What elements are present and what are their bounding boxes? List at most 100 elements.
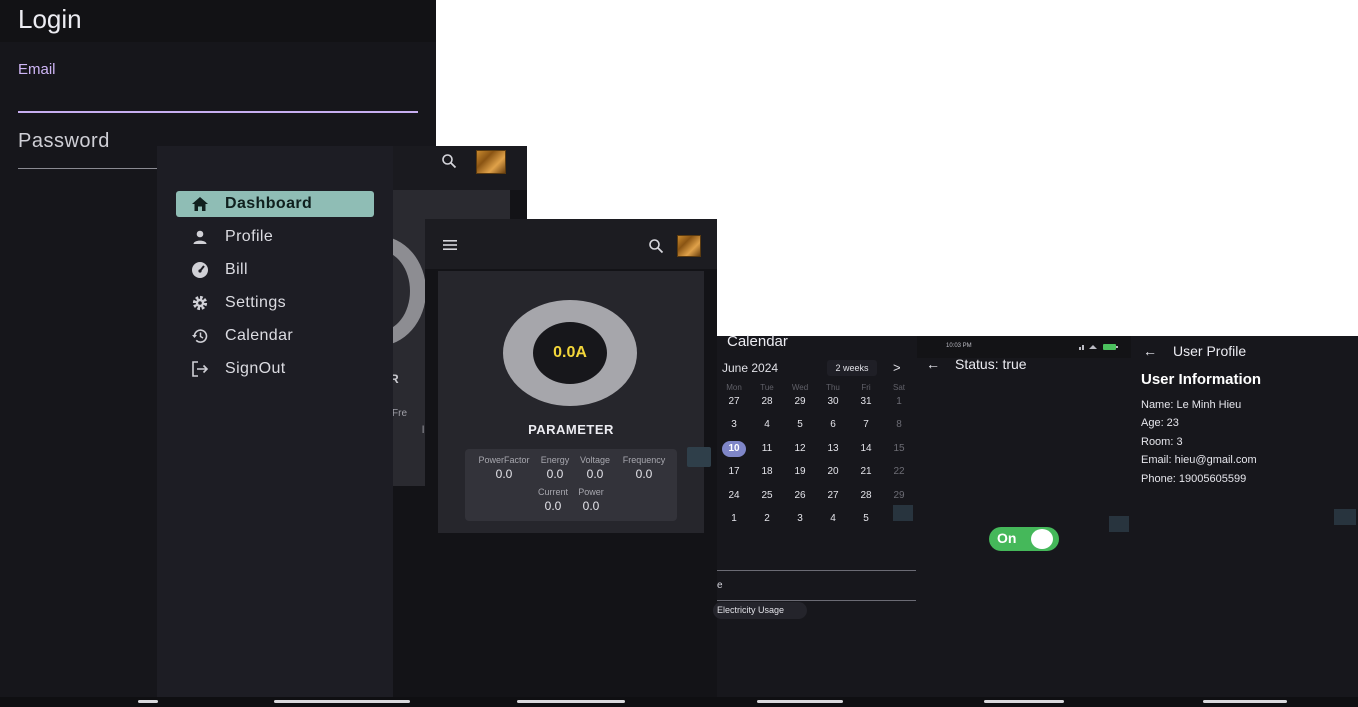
back-arrow-icon[interactable]: ←: [1143, 343, 1157, 359]
system-status-icons: [1079, 344, 1118, 350]
calendar-day[interactable]: 21: [851, 466, 881, 477]
dashboard-screen: 0.0A PARAMETER PowerFactor 0.0 Energy 0.0 …: [425, 219, 717, 697]
user-email: Email: hieu@gmail.com: [1141, 454, 1257, 466]
toggle-knob: [1031, 529, 1053, 549]
weekday-label: Fri: [861, 383, 871, 392]
navigation-drawer: Dashboard Profile Bill Settings Calendar…: [157, 146, 393, 697]
calendar-month: June 2024: [722, 361, 779, 375]
email-field[interactable]: [18, 80, 418, 112]
calendar-day[interactable]: 1: [884, 396, 914, 407]
weekday-label: Wed: [791, 383, 809, 392]
calendar-day[interactable]: 19: [785, 466, 815, 477]
calendar-day[interactable]: 29: [884, 490, 914, 501]
calendar-day[interactable]: 4: [752, 419, 782, 430]
avatar[interactable]: [677, 235, 701, 257]
back-arrow-icon[interactable]: ←: [926, 356, 940, 372]
param-key: Energy: [540, 455, 570, 465]
calendar-day[interactable]: 6: [818, 419, 848, 430]
drawer-item-label: SignOut: [225, 360, 286, 377]
calendar-day[interactable]: 7: [851, 419, 881, 430]
calendar-day[interactable]: 29: [785, 396, 815, 407]
param-value: 0.0: [635, 467, 653, 481]
drawer-item-bill[interactable]: Bill: [176, 257, 374, 283]
floating-action-button[interactable]: [1109, 516, 1129, 532]
calendar-day[interactable]: 25: [752, 490, 782, 501]
logout-icon: [189, 360, 211, 378]
avatar[interactable]: [476, 150, 506, 174]
login-title: Login: [18, 4, 82, 34]
param-frequency: Frequency 0.0: [617, 455, 671, 481]
menu-icon[interactable]: [443, 240, 457, 250]
calendar-day[interactable]: 13: [818, 443, 848, 454]
dashboard-app-bar: [425, 219, 717, 269]
param-key: PowerFactor: [478, 455, 530, 465]
calendar-day[interactable]: 3: [719, 419, 749, 430]
param-power: Power 0.0: [573, 487, 609, 513]
calendar-day[interactable]: 1: [719, 513, 749, 524]
calendar-day[interactable]: 26: [785, 490, 815, 501]
floating-action-button[interactable]: [893, 505, 913, 521]
home-indicator[interactable]: [757, 700, 843, 703]
field-divider: [717, 570, 916, 571]
calendar-day[interactable]: 2: [752, 513, 782, 524]
electricity-usage-chip[interactable]: Electricity Usage: [713, 602, 807, 619]
user-phone: Phone: 19005605599: [1141, 473, 1247, 485]
home-indicator[interactable]: [517, 700, 625, 703]
calendar-day[interactable]: 30: [818, 396, 848, 407]
home-indicator[interactable]: [138, 700, 158, 703]
calendar-day[interactable]: 15: [884, 443, 914, 454]
user-room: Room: 3: [1141, 436, 1183, 448]
calendar-day[interactable]: 17: [719, 466, 749, 477]
param-value: 0.0: [495, 467, 513, 481]
calendar-day[interactable]: 4: [818, 513, 848, 524]
next-month-button[interactable]: >: [893, 360, 901, 375]
weekday-label: Tue: [760, 383, 774, 392]
calendar-day[interactable]: 11: [752, 443, 782, 454]
home-indicator[interactable]: [274, 700, 410, 703]
drawer-item-dashboard[interactable]: Dashboard: [176, 191, 374, 217]
parameter-title: PARAMETER: [528, 422, 614, 437]
calendar-day[interactable]: 8: [884, 419, 914, 430]
calendar-day[interactable]: 14: [851, 443, 881, 454]
calendar-day[interactable]: 20: [818, 466, 848, 477]
weekday-label: Thu: [826, 383, 840, 392]
calendar-day[interactable]: 24: [719, 490, 749, 501]
text-field[interactable]: e: [717, 580, 723, 591]
toggle-label: On: [997, 530, 1017, 546]
home-icon: [189, 195, 211, 213]
user-profile-screen: ← User Profile User Information Name: Le…: [1131, 336, 1358, 697]
search-icon[interactable]: [648, 238, 664, 254]
email-field-label: Email: [18, 61, 56, 78]
calendar-day[interactable]: 22: [884, 466, 914, 477]
password-field-underline: [18, 168, 158, 169]
calendar-day[interactable]: 18: [752, 466, 782, 477]
partial-label: l: [422, 425, 425, 436]
param-key: Current: [537, 487, 568, 497]
drawer-item-calendar[interactable]: Calendar: [176, 323, 374, 349]
drawer-item-settings[interactable]: Settings: [176, 290, 374, 316]
email-field-underline: [18, 111, 418, 113]
calendar-day[interactable]: 5: [851, 513, 881, 524]
calendar-day[interactable]: 5: [785, 419, 815, 430]
floating-action-button[interactable]: [687, 447, 711, 467]
home-indicator[interactable]: [984, 700, 1064, 703]
format-toggle-button[interactable]: 2 weeks: [827, 360, 877, 376]
drawer-item-profile[interactable]: Profile: [176, 224, 374, 250]
home-indicator[interactable]: [1203, 700, 1287, 703]
calendar-day[interactable]: 12: [785, 443, 815, 454]
drawer-item-signout[interactable]: SignOut: [176, 356, 374, 382]
floating-action-button[interactable]: [1334, 509, 1356, 525]
calendar-day[interactable]: 28: [752, 396, 782, 407]
param-key: Voltage: [579, 455, 611, 465]
search-icon[interactable]: [441, 153, 457, 169]
calendar-day[interactable]: 3: [785, 513, 815, 524]
calendar-day[interactable]: 31: [851, 396, 881, 407]
calendar-day[interactable]: 28: [851, 490, 881, 501]
field-divider: [717, 600, 916, 601]
param-key: Power: [578, 487, 604, 497]
calendar-day[interactable]: 27: [818, 490, 848, 501]
calendar-day[interactable]: 27: [719, 396, 749, 407]
password-field[interactable]: Password: [18, 130, 110, 153]
calendar-day[interactable]: 10: [719, 443, 749, 454]
drawer-item-label: Calendar: [225, 327, 294, 344]
